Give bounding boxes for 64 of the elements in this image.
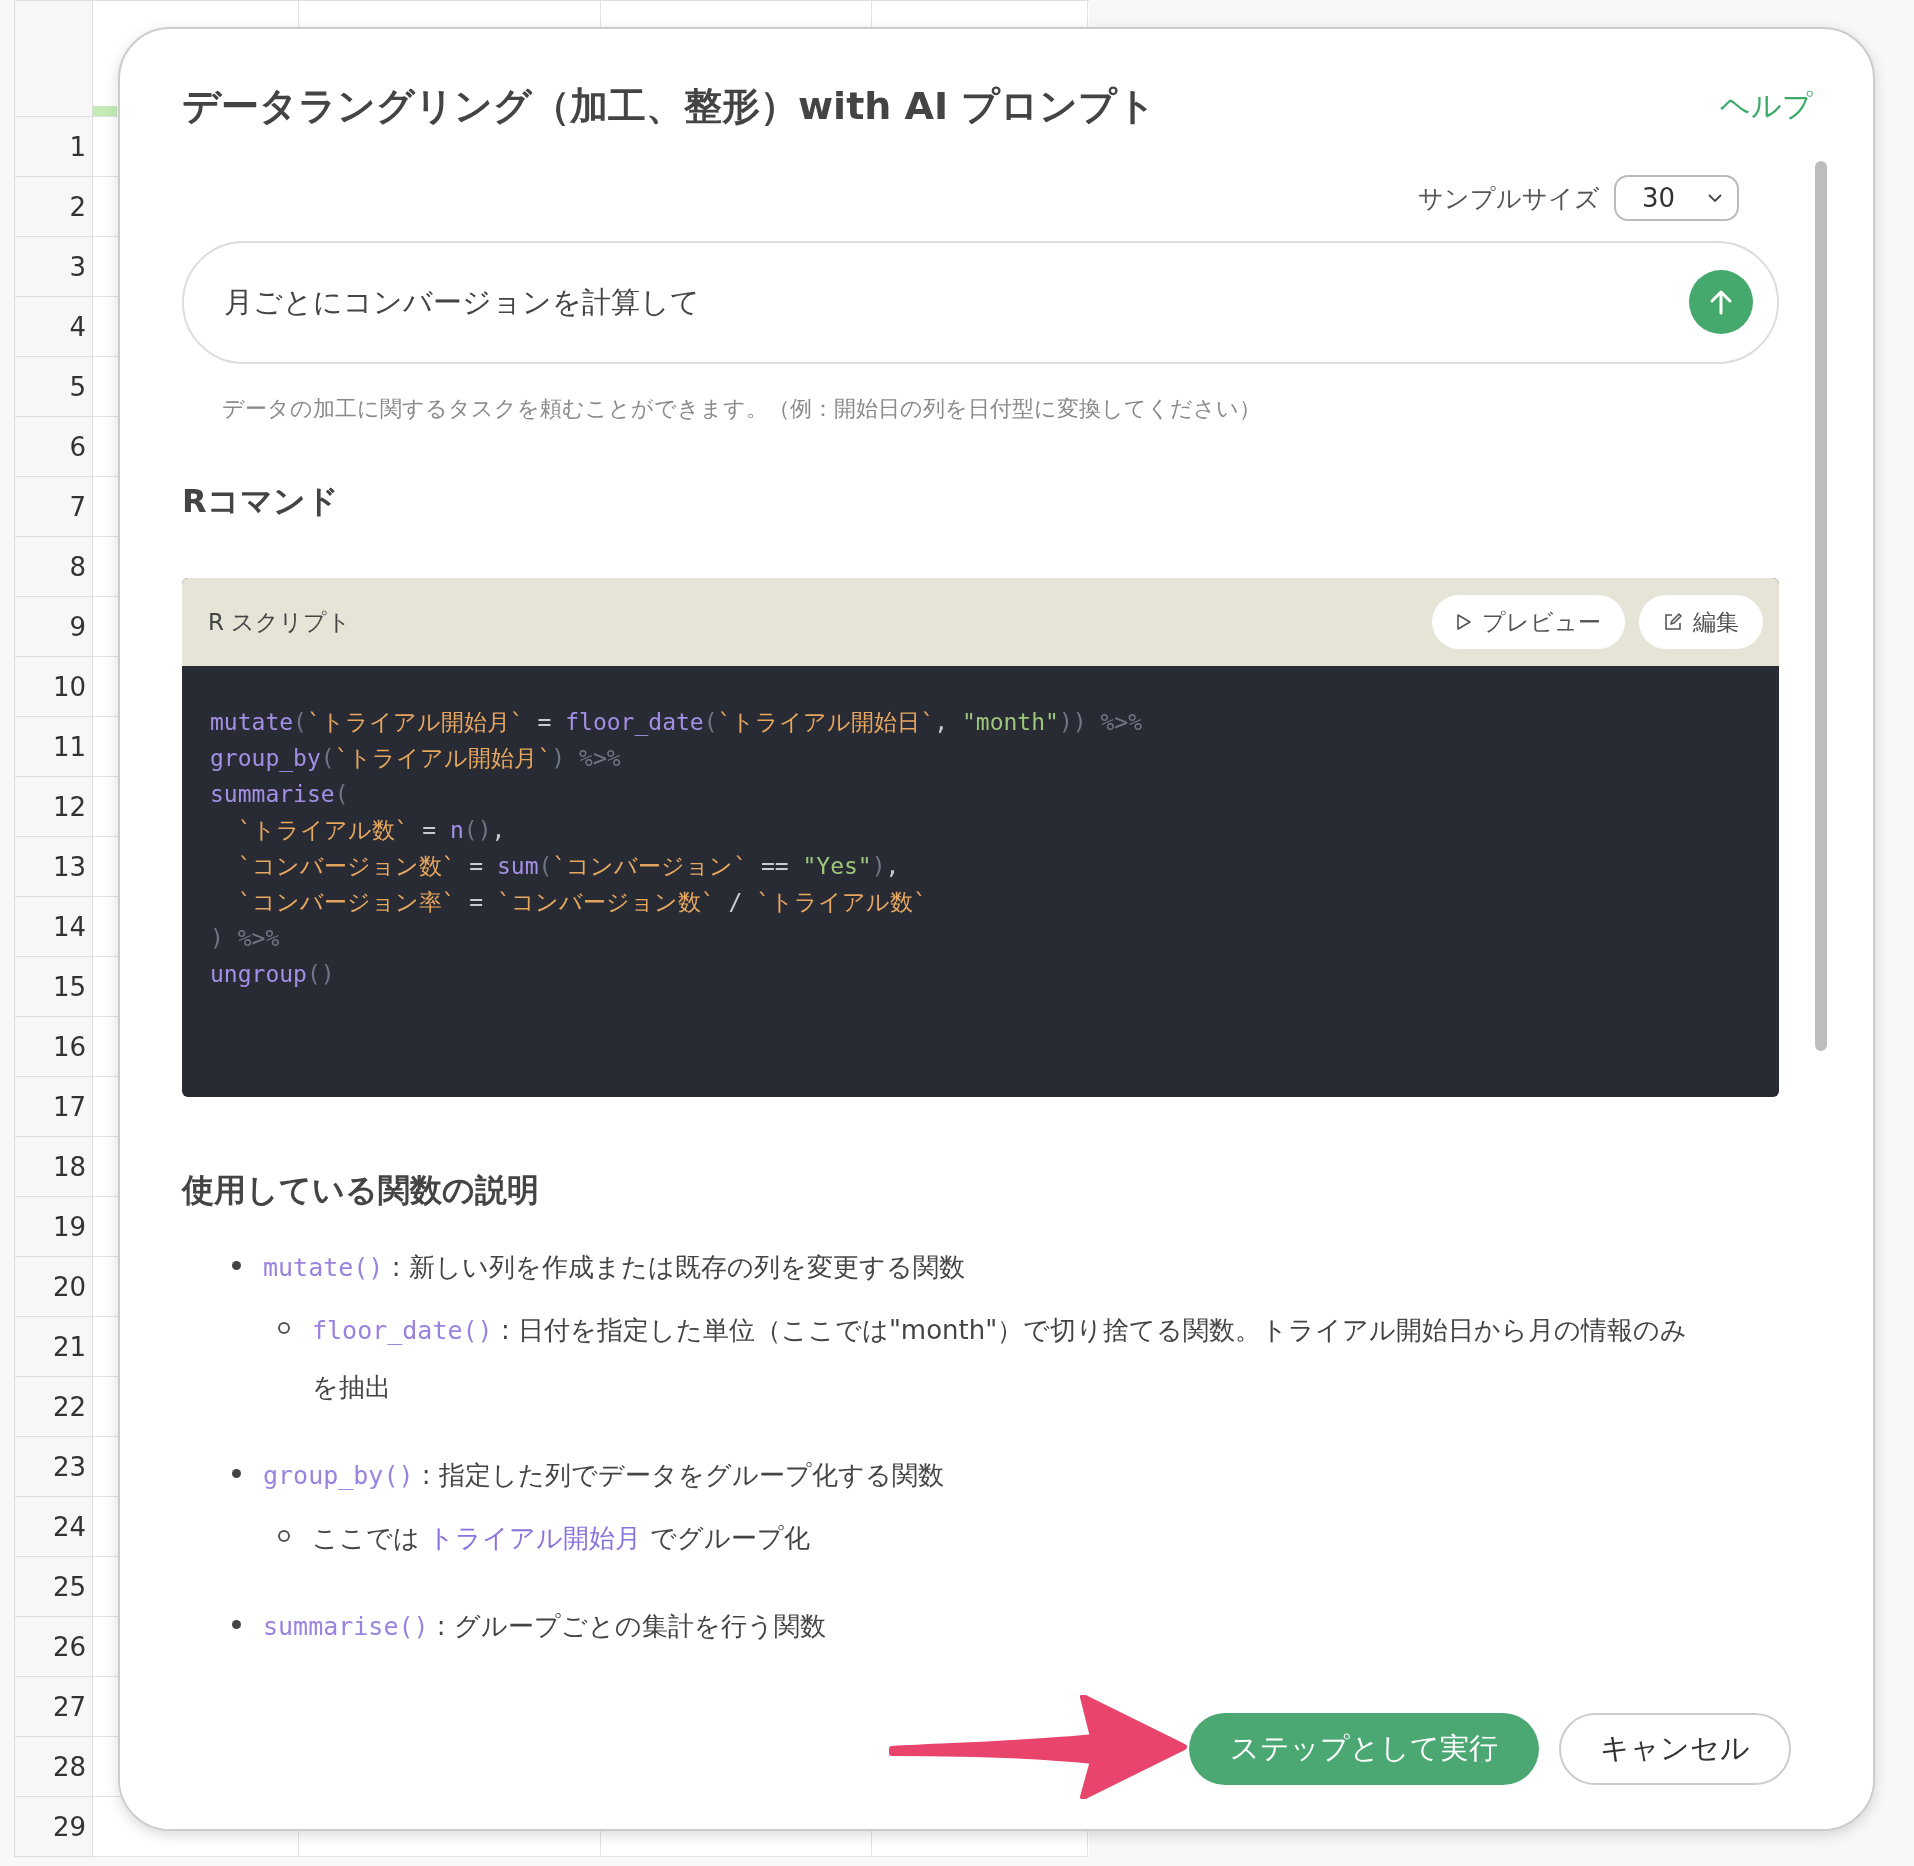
arrow-up-icon [1708,288,1734,316]
bullet-icon [232,1620,241,1629]
function-description: summarise() : グループごとの集計を行う関数 [263,1610,826,1643]
column-type-bar [93,106,117,116]
row-number: 14 [15,897,93,957]
row-number: 13 [15,837,93,897]
code-line: `コンバージョン数` = sum(`コンバージョン` == "Yes"), [236,852,901,881]
script-title: R スクリプト [208,607,352,637]
row-number: 16 [15,1017,93,1077]
row-number: 7 [15,477,93,537]
code-line: `トライアル数` = n(), [236,816,507,845]
dialog-title: データラングリング（加工、整形）with AI プロンプト [182,82,1157,130]
bullet-icon [278,1530,290,1542]
function-description: group_by() : 指定した列でデータをグループ化する関数 [263,1459,944,1492]
sample-size-select[interactable]: 30 [1614,175,1739,221]
row-number: 12 [15,777,93,837]
row-number: 3 [15,237,93,297]
row-number: 11 [15,717,93,777]
row-number: 15 [15,957,93,1017]
function-description: mutate() : 新しい列を作成または既存の列を変更する関数 [263,1251,965,1284]
bullet-icon [232,1261,241,1270]
row-number: 29 [15,1797,93,1857]
row-number: 6 [15,417,93,477]
row-number: 21 [15,1317,93,1377]
row-number: 25 [15,1557,93,1617]
code-line: group_by(`トライアル開始月`) %>% [210,744,622,774]
sample-size-label: サンプルサイズ [1418,182,1600,215]
play-icon [1456,613,1472,631]
row-number: 22 [15,1377,93,1437]
edit-button[interactable]: 編集 [1639,595,1763,649]
row-number: 27 [15,1677,93,1737]
section-heading: 使用している関数の説明 [182,1170,540,1211]
code-line: `コンバージョン率` = `コンバージョン数` / `トライアル数` [236,888,928,917]
hint-text: データの加工に関するタスクを頼むことができます。（例：開始日の列を日付型に変換してください） [222,395,1262,423]
function-detail: ここでは トライアル開始月 でグループ化 [312,1522,810,1555]
row-number: 9 [15,597,93,657]
edit-icon [1663,612,1683,632]
code-line: mutate(`トライアル開始月` = floor_date(`トライアル開始日`, "month")) %>% [210,708,1143,738]
row-number: 8 [15,537,93,597]
row-number: 24 [15,1497,93,1557]
row-number: 20 [15,1257,93,1317]
row-number: 10 [15,657,93,717]
row-number: 17 [15,1077,93,1137]
row-number: 1 [15,117,93,177]
preview-button[interactable]: プレビュー [1432,595,1625,649]
prompt-field[interactable]: 月ごとにコンバージョンを計算して [182,241,1779,364]
bullet-icon [278,1322,290,1334]
row-number: 18 [15,1137,93,1197]
cancel-button[interactable]: キャンセル [1559,1713,1791,1785]
row-number: 2 [15,177,93,237]
function-detail: floor_date() : 日付を指定した単位（ここでは"month"）で切り捨てる関数。トライアル開始日から月の情報のみを抽出 [312,1314,1689,1404]
section-heading: Rコマンド [182,481,340,522]
row-number: 5 [15,357,93,417]
chevron-down-icon [1707,193,1723,203]
bullet-icon [232,1469,241,1478]
row-number: 26 [15,1617,93,1677]
code-line: ungroup() [210,960,336,989]
row-number: 4 [15,297,93,357]
scrollbar-thumb[interactable] [1815,161,1827,1051]
row-number: 28 [15,1737,93,1797]
row-number: 23 [15,1437,93,1497]
code-line: summarise( [210,780,350,809]
code-line: ) %>% [210,924,281,953]
row-number: 19 [15,1197,93,1257]
